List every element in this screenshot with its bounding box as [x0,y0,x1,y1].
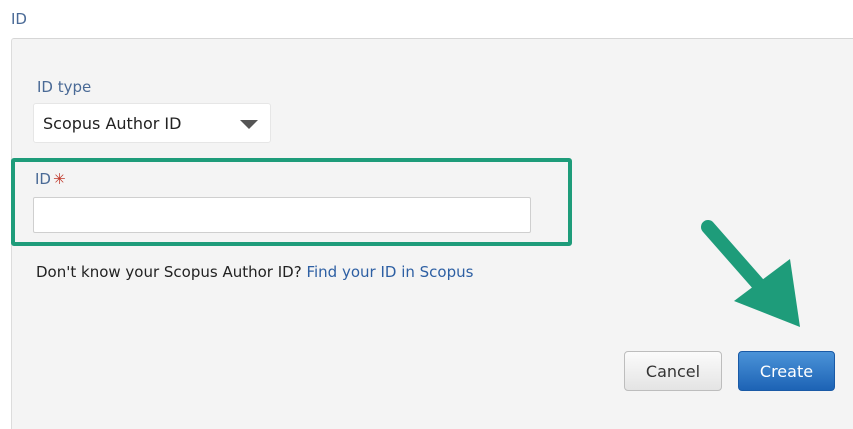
id-field-label-text: ID [35,170,51,188]
chevron-down-icon [240,120,258,129]
required-asterisk-icon: ✳ [52,170,66,188]
id-field-label: ID ✳ [35,170,66,188]
arrow-down-right-icon [701,220,800,327]
find-id-link[interactable]: Find your ID in Scopus [306,263,473,281]
cancel-button[interactable]: Cancel [624,351,722,391]
section-title: ID [11,10,27,28]
id-type-label: ID type [37,78,92,96]
id-type-select-value: Scopus Author ID [43,114,182,133]
help-question: Don't know your Scopus Author ID? [36,263,302,281]
help-text: Don't know your Scopus Author ID? Find y… [36,263,473,281]
create-button[interactable]: Create [738,351,835,391]
id-input[interactable] [33,197,531,233]
id-type-select[interactable]: Scopus Author ID [33,103,271,143]
